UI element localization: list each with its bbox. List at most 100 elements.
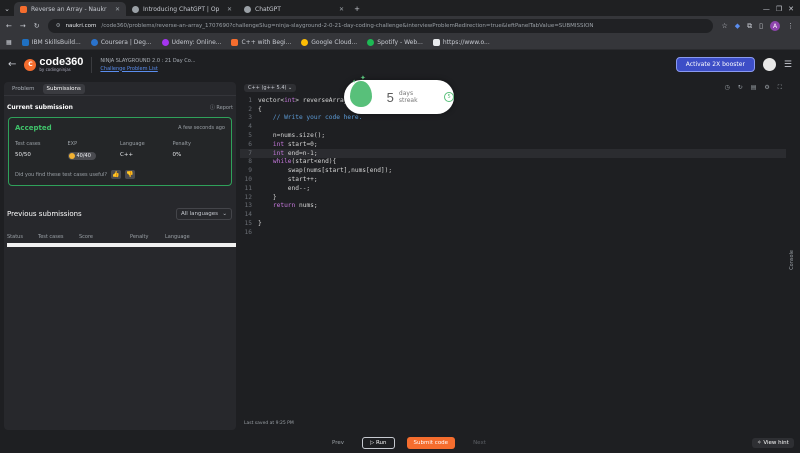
streak-label: days streak (398, 90, 418, 104)
run-button[interactable]: ▷ Run (362, 437, 395, 449)
chevron-down-icon: ⌄ (222, 211, 227, 217)
accepted-card: Accepted A few seconds ago Test cases 50/… (8, 117, 232, 186)
settings-gear-icon[interactable]: ⚙ (764, 84, 769, 92)
previous-submissions-header: Previous submissions All languages ⌄ (4, 186, 236, 220)
bookmark-udemy[interactable]: Udemy: Online... (161, 39, 222, 46)
tab-search-icon[interactable]: ⌄ (0, 2, 14, 16)
code-line: 2{ (240, 105, 786, 114)
spotify-favicon-icon (367, 39, 375, 46)
timer-icon[interactable]: ◷ (724, 84, 729, 92)
challenge-problem-list-link[interactable]: Challenge Problem List (100, 66, 195, 72)
run-label: Run (375, 440, 387, 446)
browser-tab-reverse-array[interactable]: Reverse an Array - Naukr ✕ (14, 2, 126, 16)
activate-booster-button[interactable]: Activate 2X booster (675, 57, 755, 72)
address-bar[interactable]: ⚙ naukri.com/code360/problems/reverse-an… (47, 19, 714, 33)
extensions-puzzle-icon[interactable]: ⧉ (747, 22, 752, 31)
bookmark-star-icon[interactable]: ☆ (721, 22, 727, 30)
browser-tab-introducing-chatgpt[interactable]: Introducing ChatGPT | Op ✕ (126, 2, 238, 16)
extension-icon[interactable]: ◆ (735, 22, 740, 30)
prev-button[interactable]: Prev (326, 440, 350, 446)
logo-text: code360 by codingninjas (39, 57, 83, 72)
column-header: Score (79, 234, 94, 240)
code-area[interactable]: 1vector<int> reverseArray(vector<int> &n… (240, 96, 786, 237)
fullscreen-icon[interactable]: ⛶ (778, 84, 782, 92)
code-line: 11 end--; (240, 184, 786, 193)
next-button[interactable]: Next (467, 440, 492, 446)
play-icon: ▷ (370, 440, 375, 446)
stat-label: EXP (67, 141, 78, 147)
code-line: 15} (240, 219, 786, 228)
bookmark-label: Coursera | Deg... (100, 39, 152, 46)
submissions-table-header: Status Test cases Score Penalty Language (4, 220, 236, 240)
tab-submissions[interactable]: Submissions (42, 83, 85, 94)
ibm-favicon-icon (21, 39, 29, 46)
bookmark-coursera[interactable]: Coursera | Deg... (90, 39, 152, 46)
restore-icon[interactable]: ❐ (776, 5, 782, 13)
bookmark-ibm[interactable]: IBM SkillsBuild... (21, 39, 81, 46)
sidepanel-icon[interactable]: ▯ (759, 22, 763, 30)
close-tab-icon[interactable]: ✕ (115, 6, 120, 13)
naukri-favicon-icon (20, 5, 27, 13)
stat-penalty: Penalty 0% (173, 141, 226, 160)
bookmark-label: Spotify - Web... (377, 39, 423, 46)
info-icon: ⓘ (209, 105, 215, 111)
language-selector[interactable]: C++ (g++ 5.4) ⌄ (244, 84, 297, 92)
forward-icon[interactable]: → (20, 22, 26, 30)
bookmark-spotify[interactable]: Spotify - Web... (367, 39, 423, 46)
bottom-action-bar: Prev ▷ Run Submit code Next ✧ View hint (0, 433, 800, 453)
report-button[interactable]: ⓘ Report (210, 104, 233, 111)
chatgpt-favicon-icon (244, 5, 251, 13)
submit-code-button[interactable]: Submit code (406, 437, 456, 449)
thumbs-up-icon[interactable]: 👍 (111, 170, 122, 179)
view-hint-label: View hint (763, 440, 789, 446)
language-filter-dropdown[interactable]: All languages ⌄ (176, 208, 232, 220)
new-tab-button[interactable]: + (350, 2, 364, 16)
column-header: Penalty (130, 234, 149, 240)
browser-menu-icon[interactable]: ⋮ (787, 22, 794, 30)
close-tab-icon[interactable]: ✕ (227, 6, 232, 13)
thumbs-down-icon[interactable]: 👎 (125, 170, 136, 179)
tab-problem[interactable]: Problem (8, 84, 39, 94)
close-tab-icon[interactable]: ✕ (339, 6, 344, 13)
table-row[interactable] (7, 243, 236, 247)
column-header: Status (7, 234, 23, 240)
minimize-icon[interactable]: — (763, 5, 770, 13)
console-toggle[interactable]: Console (789, 250, 795, 270)
close-window-icon[interactable]: ✕ (788, 5, 794, 13)
code360-logo[interactable]: C code360 by codingninjas (24, 57, 83, 72)
hamburger-menu-icon[interactable]: ☰ (784, 60, 792, 70)
submissions-panel: Problem Submissions Current submission ⓘ… (4, 82, 236, 430)
current-submission-header: Current submission ⓘ Report (4, 96, 236, 111)
bookmark-label: Udemy: Online... (171, 39, 222, 46)
code-line: 8 while(start<end){ (240, 158, 786, 167)
lightbulb-icon: ✧ (757, 440, 762, 446)
line-number: 11 (244, 184, 252, 192)
line-number: 7 (248, 149, 252, 157)
reload-icon[interactable]: ↻ (34, 22, 40, 30)
apps-grid-icon[interactable]: ▦ (6, 39, 12, 46)
bookmark-cpp[interactable]: C++ with Begi... (231, 39, 291, 46)
bookmark-label: IBM SkillsBuild... (31, 39, 81, 46)
back-icon[interactable]: ← (6, 22, 12, 30)
code-line: 6 int start=0; (240, 140, 786, 149)
stat-value: C++ (120, 152, 134, 158)
view-hint-button[interactable]: ✧ View hint (752, 438, 794, 448)
profile-avatar[interactable]: A (770, 21, 780, 31)
browser-tab-bar: ⌄ Reverse an Array - Naukr ✕ Introducing… (0, 0, 800, 16)
browser-toolbar: ← → ↻ ⚙ naukri.com/code360/problems/reve… (0, 16, 800, 36)
streak-badge: 5 (444, 92, 454, 102)
exp-pill: 40/40 (67, 152, 96, 160)
stat-label: Test cases (15, 141, 41, 147)
site-info-icon[interactable]: ⚙ (56, 23, 61, 29)
bookmark-other[interactable]: https://www.o... (432, 39, 490, 46)
back-arrow-icon[interactable]: ← (8, 59, 16, 70)
layout-icon[interactable]: ▤ (751, 84, 757, 92)
reset-code-icon[interactable]: ↻ (738, 84, 743, 92)
left-tabs: Problem Submissions (4, 82, 236, 96)
browser-tab-chatgpt[interactable]: ChatGPT ✕ (238, 2, 350, 16)
code-line: 5 n=nums.size(); (240, 131, 786, 140)
bookmark-google-cloud[interactable]: Google Cloud... (301, 39, 357, 46)
user-avatar[interactable] (762, 58, 776, 71)
code-editor-panel: C++ (g++ 5.4) ⌄ ◷ ↻ ▤ ⚙ ⛶ 1 vector<int> r… (240, 82, 786, 430)
stat-value: 50/50 (15, 152, 31, 158)
